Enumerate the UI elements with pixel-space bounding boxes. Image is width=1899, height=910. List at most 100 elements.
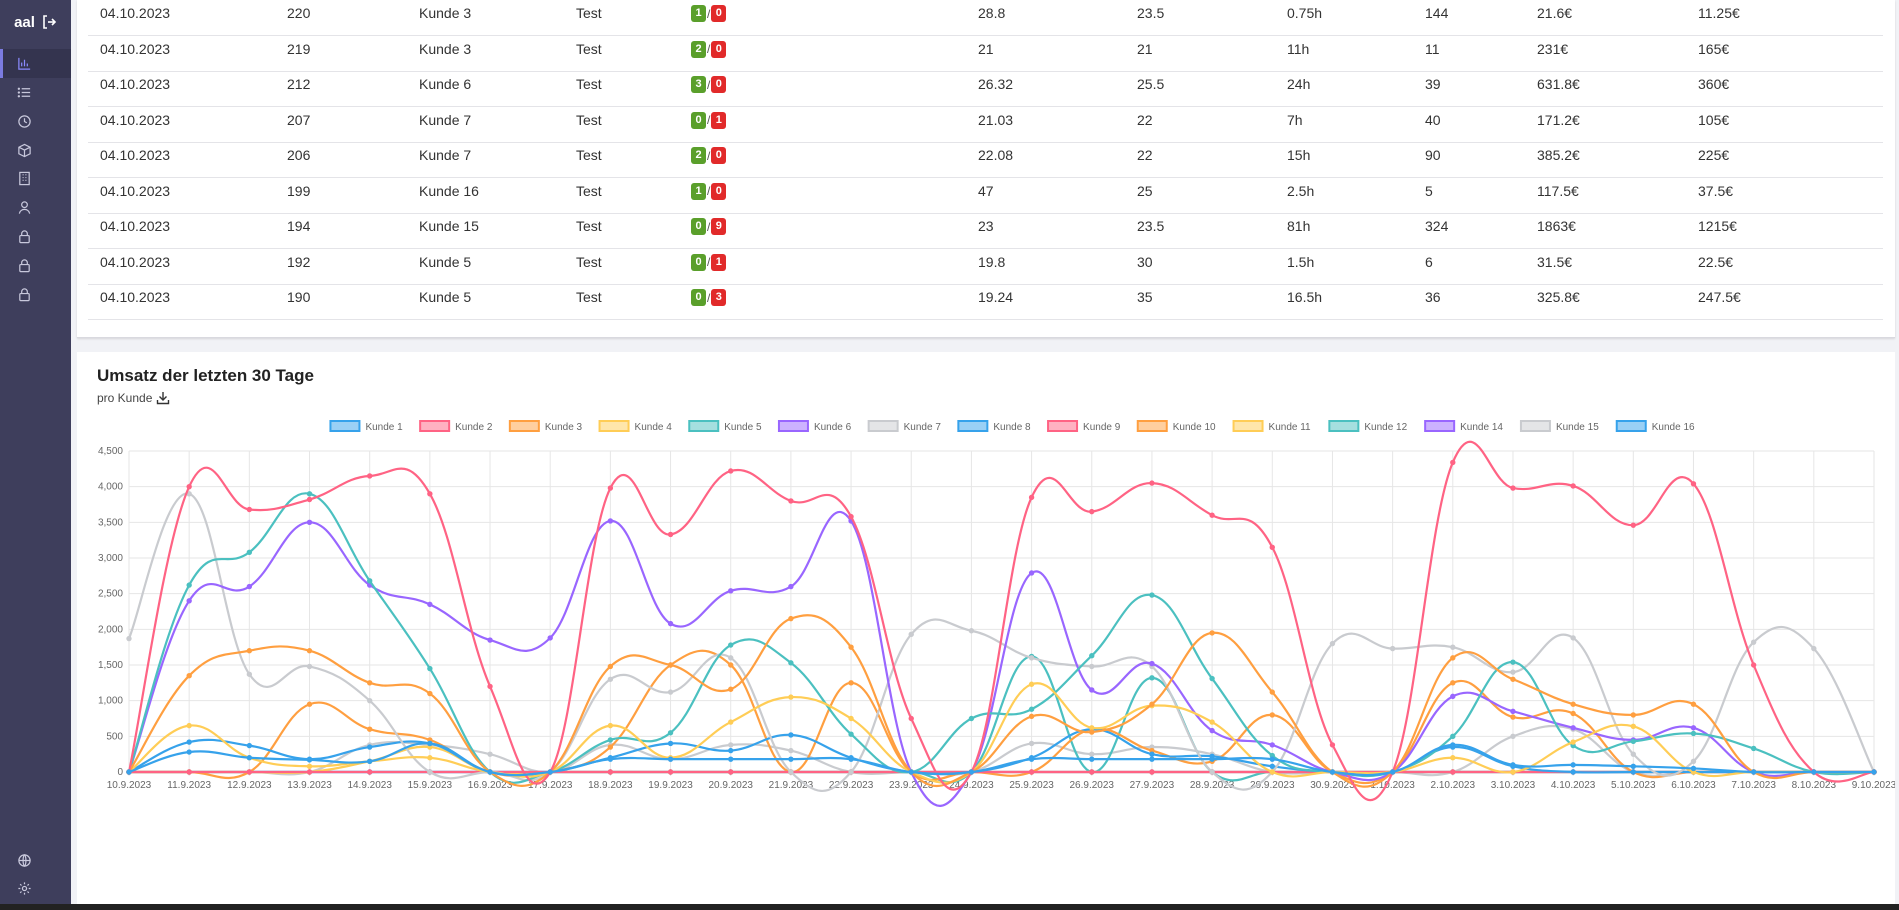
x-tick-label: 20.9.2023 xyxy=(708,780,753,791)
data-point xyxy=(607,737,614,743)
data-point xyxy=(366,697,373,704)
x-tick-label: 13.9.2023 xyxy=(287,780,332,791)
legend-item-kunde-15[interactable]: Kunde 15 xyxy=(1519,420,1599,433)
revenue-cell: 631.8€ xyxy=(1537,76,1580,92)
legend-item-kunde-2[interactable]: Kunde 2 xyxy=(419,420,493,433)
cost-cell: 11.25€ xyxy=(1698,5,1740,21)
success-count-badge: 0 xyxy=(691,253,706,271)
table-row[interactable]: 04.10.2023 194 Kunde 15 Test 23 23.5 81h 324 186… xyxy=(88,213,1883,249)
sidebar-item-list-1[interactable] xyxy=(0,78,71,107)
data-point xyxy=(908,715,914,722)
value1-cell: 19.8 xyxy=(978,253,1006,270)
legend-label: Kunde 8 xyxy=(993,422,1031,433)
sidebar-item-building-4[interactable] xyxy=(0,164,71,193)
table-row[interactable]: 04.10.2023 206 Kunde 7 Test 22.08 22 15h 90 385.… xyxy=(88,142,1883,178)
sidebar-item-user-5[interactable] xyxy=(0,193,71,222)
legend-item-kunde-3[interactable]: Kunde 3 xyxy=(508,420,583,433)
legend-label: Kunde 5 xyxy=(724,422,762,433)
y-tick-label: 4,500 xyxy=(98,446,123,457)
data-point xyxy=(1510,714,1516,720)
data-point xyxy=(487,769,493,775)
sidebar-item-lock-6[interactable] xyxy=(0,222,71,251)
legend-item-kunde-16[interactable]: Kunde 16 xyxy=(1615,420,1695,433)
count-cell: 39 xyxy=(1425,76,1441,92)
table-row[interactable]: 04.10.2023 207 Kunde 7 Test 21.03 22 7h 40 171.2… xyxy=(88,107,1883,143)
data-point xyxy=(1450,769,1456,775)
hours-cell: 24h xyxy=(1287,76,1311,92)
type-cell: Test xyxy=(576,147,602,163)
count-cell: 5 xyxy=(1425,182,1433,199)
data-point xyxy=(186,673,192,679)
table-row[interactable]: 04.10.2023 190 Kunde 5 Test 19.24 35 16.5h 36 32… xyxy=(88,284,1883,320)
id-cell: 194 xyxy=(287,218,311,234)
data-point xyxy=(1089,769,1095,775)
data-point xyxy=(788,747,794,754)
data-point xyxy=(246,755,253,761)
data-point xyxy=(667,689,674,695)
table-row[interactable]: 04.10.2023 192 Kunde 5 Test 19.8 30 1.5h 6 31.5€… xyxy=(88,249,1883,285)
data-point xyxy=(788,615,794,622)
legend-swatch xyxy=(419,420,451,432)
sidebar-item-clock-2[interactable] xyxy=(0,107,71,136)
hours-cell: 7h xyxy=(1287,111,1303,128)
data-point xyxy=(1570,635,1576,641)
legend-item-kunde-14[interactable]: Kunde 14 xyxy=(1424,420,1503,433)
data-point xyxy=(366,744,373,750)
data-point xyxy=(246,583,253,590)
hours-cell: 1.5h xyxy=(1287,253,1315,270)
legend-item-kunde-9[interactable]: Kunde 9 xyxy=(1047,420,1121,433)
sidebar-bottom-globe[interactable] xyxy=(0,846,71,875)
cost-cell: 225€ xyxy=(1698,147,1730,163)
legend-swatch xyxy=(1047,420,1079,432)
hours-cell: 11h xyxy=(1287,40,1310,57)
table-row[interactable]: 04.10.2023 212 Kunde 6 Test 26.32 25.5 24h 39 63… xyxy=(88,71,1883,107)
id-cell: 212 xyxy=(287,76,311,92)
series-kunde-10 xyxy=(126,649,1877,785)
legend-item-kunde-7[interactable]: Kunde 7 xyxy=(867,420,942,433)
legend-item-kunde-12[interactable]: Kunde 12 xyxy=(1328,420,1408,433)
legend-label: Kunde 2 xyxy=(455,422,493,433)
x-tick-label: 11.9.2023 xyxy=(167,780,211,791)
type-cell: Test xyxy=(576,5,602,21)
sidebar-item-bar-chart-0[interactable] xyxy=(0,49,71,78)
y-tick-label: 4,000 xyxy=(98,482,123,493)
data-point xyxy=(1630,763,1637,769)
data-point xyxy=(1510,733,1516,740)
data-point xyxy=(1510,769,1516,775)
table-row[interactable]: 04.10.2023 220 Kunde 3 Test 28.8 23.5 0.75h 144… xyxy=(88,0,1883,36)
table-row[interactable]: 04.10.2023 199 Kunde 16 Test 47 25 2.5h 5 117.5€… xyxy=(88,178,1883,214)
legend-item-kunde-8[interactable]: Kunde 8 xyxy=(957,420,1031,433)
value1-cell: 19.24 xyxy=(978,289,1014,305)
data-point xyxy=(728,662,734,668)
data-point xyxy=(427,769,433,775)
legend-item-kunde-5[interactable]: Kunde 5 xyxy=(688,420,762,433)
legend-item-kunde-6[interactable]: Kunde 6 xyxy=(777,420,852,433)
series-kunde-6 xyxy=(126,510,1877,807)
data-point xyxy=(246,648,253,654)
sidebar-item-box-3[interactable] xyxy=(0,136,71,165)
legend-item-kunde-4[interactable]: Kunde 4 xyxy=(598,420,673,433)
data-point xyxy=(186,483,192,490)
legend-item-kunde-1[interactable]: Kunde 1 xyxy=(329,420,403,433)
id-cell: 220 xyxy=(287,5,311,21)
value1-cell: 47 xyxy=(978,182,994,199)
logout-icon[interactable] xyxy=(41,14,57,30)
box-icon xyxy=(18,143,31,158)
data-point xyxy=(427,690,433,697)
count-cell: 6 xyxy=(1425,253,1433,270)
legend-item-kunde-11[interactable]: Kunde 11 xyxy=(1232,420,1312,433)
data-point xyxy=(427,740,433,747)
legend-label: Kunde 15 xyxy=(1556,422,1599,433)
sidebar-item-lock-8[interactable] xyxy=(0,280,71,309)
brand[interactable]: aal xyxy=(0,0,71,44)
sidebar-bottom-gear[interactable] xyxy=(0,874,71,903)
data-point xyxy=(1811,645,1817,652)
fail-count-badge: 3 xyxy=(711,289,727,306)
legend-swatch xyxy=(1424,420,1456,432)
table-row[interactable]: 04.10.2023 219 Kunde 3 Test 21 21 11h 11 231€ 165… xyxy=(88,36,1883,72)
legend-item-kunde-10[interactable]: Kunde 10 xyxy=(1136,420,1216,433)
date-cell: 04.10.2023 xyxy=(100,76,171,92)
data-point xyxy=(788,498,794,504)
sidebar-item-lock-7[interactable] xyxy=(0,251,71,280)
data-point xyxy=(186,769,192,775)
